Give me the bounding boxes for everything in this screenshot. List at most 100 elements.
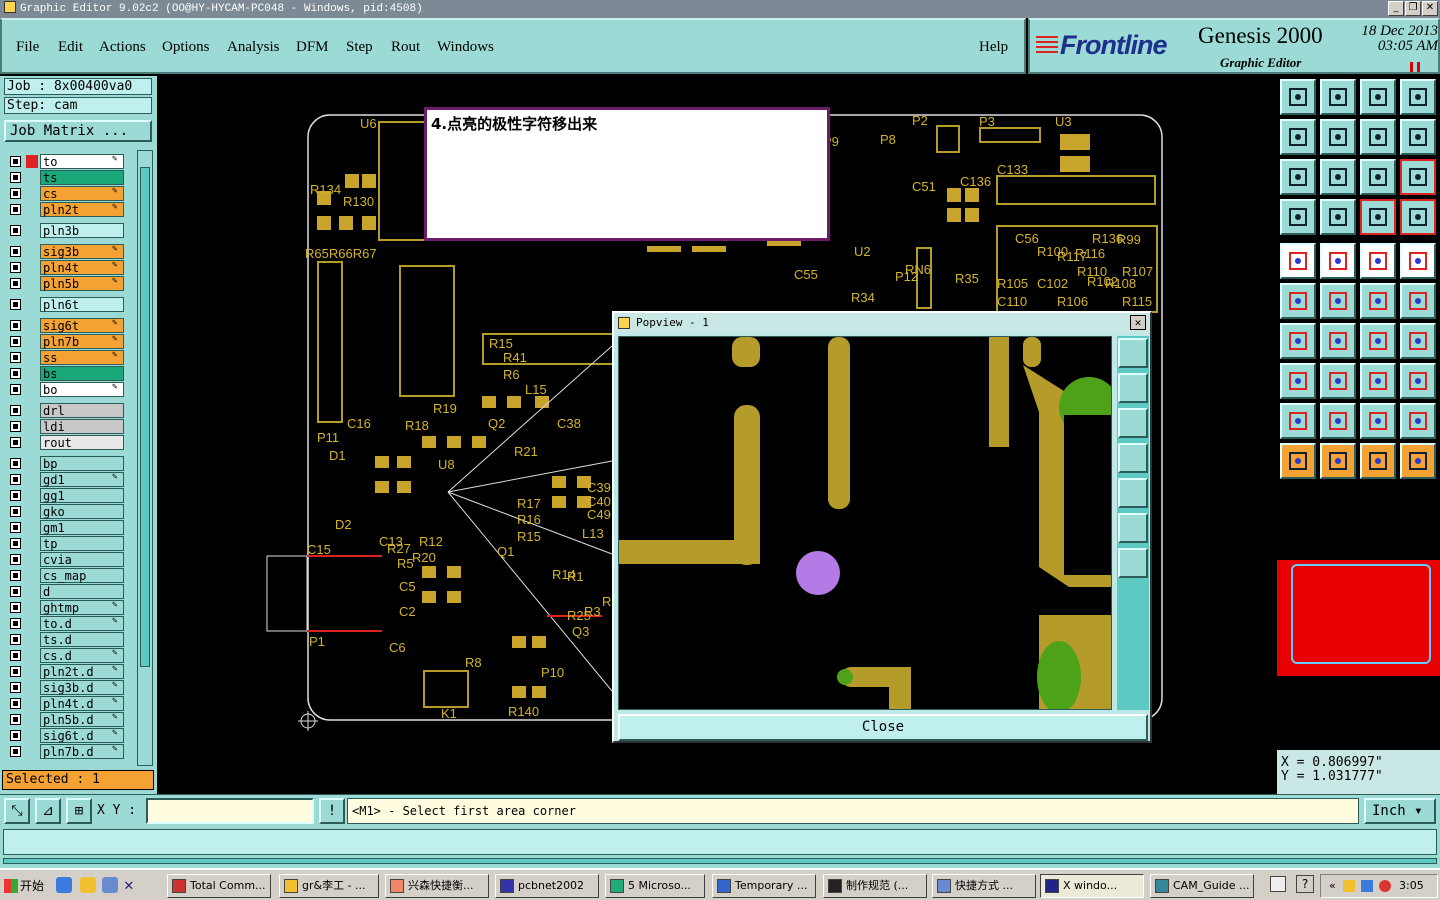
triangle-outline-icon[interactable]	[1320, 403, 1356, 439]
layer-checkbox[interactable]	[10, 602, 21, 613]
resize-icon[interactable]	[1360, 363, 1396, 399]
grid-icon[interactable]	[1320, 199, 1356, 235]
layer-toggle-icon[interactable]	[1360, 199, 1396, 235]
layer-row[interactable]: drl	[4, 403, 126, 418]
layer-checkbox[interactable]	[10, 172, 21, 183]
overview-map[interactable]	[1277, 560, 1440, 676]
layer-checkbox[interactable]	[10, 570, 21, 581]
copy-shape-icon[interactable]	[1400, 363, 1436, 399]
pause-icon[interactable]	[1410, 62, 1420, 72]
layer-row[interactable]: cs.d ✎	[4, 648, 126, 663]
tray-icon[interactable]	[1343, 880, 1355, 892]
menu-rout[interactable]: Rout	[391, 39, 420, 56]
layer-row[interactable]: pln2t ✎	[4, 202, 126, 217]
menu-dfm[interactable]: DFM	[296, 39, 329, 56]
layer-checkbox[interactable]	[10, 336, 21, 347]
snap-icon[interactable]	[1400, 119, 1436, 155]
pan-right-icon[interactable]	[1320, 119, 1356, 155]
window-icon[interactable]	[1400, 79, 1436, 115]
route-icon[interactable]	[1400, 443, 1436, 479]
layer-row[interactable]: bo ✎	[4, 382, 126, 397]
round-pad-icon[interactable]	[1400, 243, 1436, 279]
layer-checkbox[interactable]	[10, 458, 21, 469]
layer-name[interactable]: bs	[40, 366, 124, 381]
layer-name[interactable]: gko	[40, 504, 124, 519]
popview-close-button[interactable]: Close	[618, 714, 1148, 741]
cut-icon[interactable]	[1320, 363, 1356, 399]
layer-checkbox[interactable]	[10, 352, 21, 363]
job-matrix-button[interactable]: Job Matrix ...	[4, 120, 152, 142]
scrollbar-thumb[interactable]	[140, 167, 150, 667]
units-selector[interactable]: Inch ▾	[1364, 798, 1436, 824]
layer-row[interactable]: cs ✎	[4, 186, 126, 201]
layer-row[interactable]: pln5b ✎	[4, 276, 126, 291]
layer-checkbox[interactable]	[10, 586, 21, 597]
angle-icon[interactable]	[1280, 323, 1316, 359]
layer-checkbox[interactable]	[10, 278, 21, 289]
layer-checkbox[interactable]	[10, 246, 21, 257]
layer-checkbox[interactable]	[10, 538, 21, 549]
restore-button[interactable]: ❐	[1405, 1, 1421, 16]
layer-checkbox[interactable]	[10, 490, 21, 501]
layer-row[interactable]: bs	[4, 366, 126, 381]
layer-name[interactable]: drl	[40, 403, 124, 418]
pointer-select-icon[interactable]	[1320, 443, 1356, 479]
layer-row[interactable]: ldi	[4, 419, 126, 434]
taskbar-item[interactable]: pcbnet2002	[495, 874, 599, 898]
popview-pan-right-icon[interactable]	[1118, 478, 1148, 508]
mirror-icon[interactable]	[1400, 323, 1436, 359]
arch-icon[interactable]	[1360, 403, 1396, 439]
taskbar-item[interactable]: Temporary ...	[712, 874, 816, 898]
layer-checkbox[interactable]	[10, 506, 21, 517]
layer-name[interactable]: ldi	[40, 419, 124, 434]
layer-row[interactable]: pln3b	[4, 223, 126, 238]
layer-row[interactable]: pln7b.d ✎	[4, 744, 126, 759]
popview-close-icon[interactable]: ✕	[1130, 315, 1146, 330]
help-icon[interactable]: ?	[1296, 875, 1314, 893]
layer-name[interactable]: gg1	[40, 488, 124, 503]
menu-help[interactable]: Help	[979, 39, 1008, 56]
x-server-icon[interactable]: ✕	[124, 877, 140, 893]
menu-options[interactable]: Options	[162, 39, 210, 56]
menu-actions[interactable]: Actions	[99, 39, 146, 56]
popview-zoom-in-icon[interactable]	[1118, 338, 1148, 368]
triangle-icon[interactable]	[1280, 403, 1316, 439]
layer-row[interactable]: sig6t.d ✎	[4, 728, 126, 743]
layer-row[interactable]: tp	[4, 536, 126, 551]
layer-row[interactable]: pln2t.d ✎	[4, 664, 126, 679]
taskbar-item[interactable]: Total Comm...	[167, 874, 271, 898]
center-icon[interactable]	[1320, 159, 1356, 195]
fit-icon[interactable]	[1280, 159, 1316, 195]
menu-file[interactable]: File	[16, 39, 39, 56]
menu-analysis[interactable]: Analysis	[227, 39, 280, 56]
pointer-edit-icon[interactable]	[1360, 443, 1396, 479]
rotate-icon[interactable]	[1280, 199, 1316, 235]
grid-icon[interactable]: ⊞	[66, 798, 92, 824]
layer-name[interactable]: pln3b	[40, 223, 124, 238]
layer-checkbox[interactable]	[10, 522, 21, 533]
layer-checkbox[interactable]	[10, 225, 21, 236]
menu-edit[interactable]: Edit	[58, 39, 83, 56]
home-icon[interactable]	[1360, 79, 1396, 115]
layer-name[interactable]: cvia	[40, 552, 124, 567]
quicklaunch-icon[interactable]	[80, 877, 96, 893]
layer-row[interactable]: rout	[4, 435, 126, 450]
layer-checkbox[interactable]	[10, 262, 21, 273]
layer-name[interactable]: pln6t	[40, 297, 124, 312]
layer-name[interactable]: tp	[40, 536, 124, 551]
xy-input[interactable]	[146, 798, 314, 824]
layer-row[interactable]: ts.d	[4, 632, 126, 647]
layer-checkbox[interactable]	[10, 634, 21, 645]
layer-checkbox[interactable]	[10, 405, 21, 416]
layer-checkbox[interactable]	[10, 421, 21, 432]
add-point-icon[interactable]	[1400, 283, 1436, 319]
layer-checkbox[interactable]	[10, 746, 21, 757]
keyboard-icon[interactable]	[1270, 876, 1286, 892]
layer-row[interactable]: ghtmp ✎	[4, 600, 126, 615]
ie-icon[interactable]	[56, 877, 72, 893]
taskbar-item[interactable]: CAM_Guide ...	[1150, 874, 1254, 898]
layer-row[interactable]: sig3b.d ✎	[4, 680, 126, 695]
home-up-icon[interactable]	[1280, 79, 1316, 115]
measure-icon[interactable]: ⊿	[35, 798, 61, 824]
quicklaunch-icon[interactable]	[102, 877, 118, 893]
